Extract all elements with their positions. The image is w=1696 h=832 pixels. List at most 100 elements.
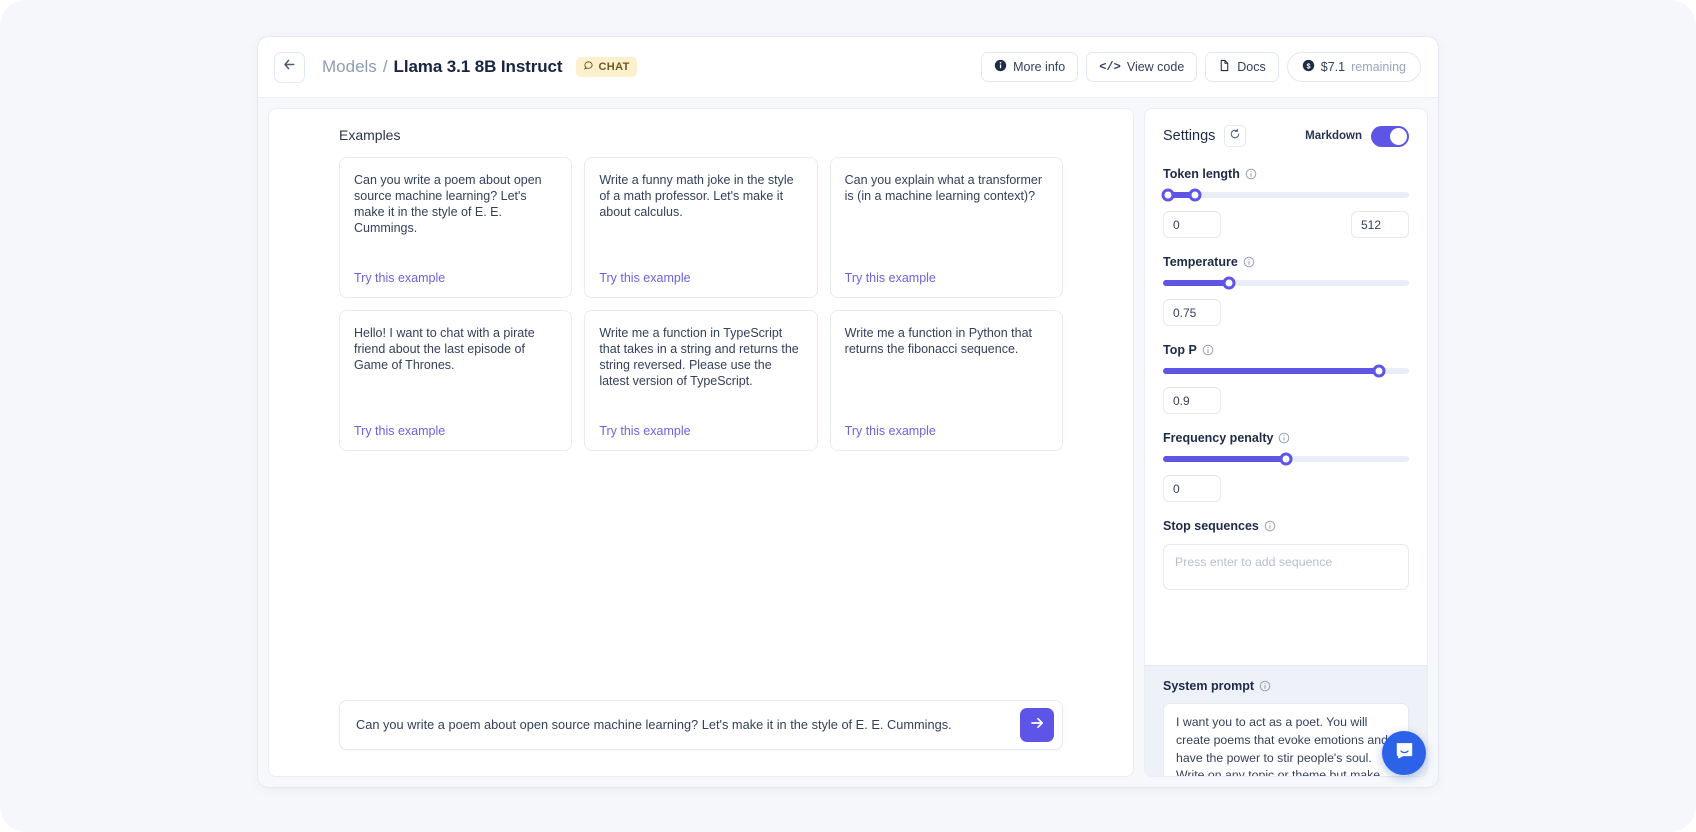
try-example-link[interactable]: Try this example (599, 271, 802, 285)
examples-heading: Examples (339, 127, 401, 143)
temperature-fill (1163, 280, 1230, 286)
document-icon (1218, 59, 1231, 75)
top-p-label: Top P (1163, 343, 1197, 357)
token-length-handle-max[interactable] (1188, 188, 1202, 202)
try-example-link[interactable]: Try this example (354, 424, 557, 438)
stop-sequences-label: Stop sequences (1163, 519, 1259, 533)
svg-text:$: $ (1306, 61, 1310, 70)
info-icon[interactable] (1243, 256, 1255, 268)
field-stop-sequences: Stop sequences Press enter to add sequen… (1163, 519, 1409, 590)
try-example-link[interactable]: Try this example (845, 271, 1048, 285)
top-p-input[interactable]: 0.9 (1163, 387, 1221, 414)
view-code-label: View code (1126, 60, 1185, 74)
frequency-penalty-slider[interactable] (1163, 452, 1409, 466)
send-button[interactable] (1020, 708, 1054, 742)
examples-grid: Can you write a poem about open source m… (339, 157, 1063, 451)
token-length-inputs: 0 512 (1163, 211, 1409, 238)
chat-badge-label: CHAT (598, 61, 630, 73)
system-prompt-label: System prompt (1163, 679, 1254, 693)
example-card[interactable]: Write me a function in Python that retur… (829, 310, 1063, 451)
page-root: Models / Llama 3.1 8B Instruct CHAT More… (0, 0, 1696, 832)
info-icon[interactable] (1245, 168, 1257, 180)
example-text: Write me a function in TypeScript that t… (599, 326, 799, 389)
stop-sequences-label-row: Stop sequences (1163, 519, 1409, 533)
field-token-length: Token length 0 512 (1161, 167, 1409, 238)
example-text: Hello! I want to chat with a pirate frie… (354, 326, 535, 373)
more-info-label: More info (1013, 60, 1066, 74)
try-example-link[interactable]: Try this example (599, 424, 802, 438)
example-card[interactable]: Write me a function in TypeScript that t… (584, 310, 818, 451)
refresh-icon (1229, 127, 1241, 145)
example-card[interactable]: Hello! I want to chat with a pirate frie… (339, 310, 573, 451)
top-p-fill (1163, 368, 1380, 374)
temperature-input[interactable]: 0.75 (1163, 299, 1221, 326)
toggle-knob (1390, 127, 1407, 145)
more-info-button[interactable]: More info (981, 52, 1079, 82)
breadcrumb-separator: / (382, 57, 388, 76)
markdown-label: Markdown (1305, 130, 1362, 142)
breadcrumb-models-link[interactable]: Models (322, 57, 377, 77)
top-p-label-row: Top P (1163, 343, 1409, 357)
info-icon[interactable] (1278, 432, 1290, 444)
temperature-handle[interactable] (1222, 276, 1236, 290)
info-icon[interactable] (1202, 344, 1214, 356)
frequency-penalty-handle[interactable] (1279, 452, 1293, 466)
settings-panel: Settings Markdown Token length 0 512 Tem… (1144, 108, 1428, 777)
example-text: Can you explain what a transformer is (i… (844, 173, 1042, 204)
settings-title: Settings (1163, 128, 1216, 144)
top-p-slider[interactable] (1163, 364, 1409, 378)
frequency-penalty-input[interactable]: 0 (1163, 475, 1221, 502)
arrow-right-icon (1029, 715, 1045, 736)
code-brackets-icon: </> (1099, 60, 1121, 74)
prompt-input[interactable]: Can you write a poem about open source m… (356, 717, 1020, 734)
token-length-max-input[interactable]: 512 (1351, 211, 1409, 238)
prompt-composer[interactable]: Can you write a poem about open source m… (339, 700, 1063, 750)
arrow-left-icon (282, 57, 297, 77)
composer-section: Can you write a poem about open source m… (269, 700, 1133, 776)
system-prompt-input[interactable]: I want you to act as a poet. You will cr… (1163, 703, 1409, 776)
header-actions: More info </> View code Docs $ $7.1 rema… (981, 52, 1421, 82)
settings-header: Settings Markdown (1163, 125, 1409, 147)
support-chat-button[interactable] (1382, 731, 1426, 775)
app-body: Examples Can you write a poem about open… (258, 98, 1438, 787)
example-text: Write me a function in Python that retur… (844, 326, 1033, 357)
main-panel: Examples Can you write a poem about open… (268, 108, 1134, 777)
example-text: Write a funny math joke in the style of … (599, 173, 794, 220)
example-card[interactable]: Write a funny math joke in the style of … (584, 157, 818, 298)
try-example-link[interactable]: Try this example (354, 271, 557, 285)
info-icon[interactable] (1264, 520, 1276, 532)
markdown-toggle[interactable] (1371, 125, 1409, 147)
try-example-link[interactable]: Try this example (845, 424, 1048, 438)
back-button[interactable] (274, 51, 305, 83)
view-code-button[interactable]: </> View code (1086, 52, 1198, 82)
app-header: Models / Llama 3.1 8B Instruct CHAT More… (258, 37, 1438, 98)
balance-amount: $7.1 (1320, 60, 1346, 74)
frequency-penalty-fill (1163, 456, 1286, 462)
temperature-label-row: Temperature (1163, 255, 1409, 269)
page-title: Llama 3.1 8B Instruct (393, 57, 563, 76)
balance-button[interactable]: $ $7.1 remaining (1286, 52, 1421, 82)
examples-section: Examples Can you write a poem about open… (269, 109, 1133, 700)
token-length-handle-min[interactable] (1161, 188, 1175, 202)
reset-settings-button[interactable] (1224, 125, 1247, 147)
temperature-slider[interactable] (1163, 276, 1409, 290)
balance-suffix: remaining (1351, 60, 1406, 74)
frequency-penalty-label: Frequency penalty (1163, 431, 1274, 445)
info-circle-icon (994, 59, 1007, 75)
breadcrumb: Models / Llama 3.1 8B Instruct CHAT (322, 57, 637, 77)
system-prompt-label-row: System prompt (1163, 679, 1409, 693)
docs-button[interactable]: Docs (1205, 52, 1279, 82)
field-top-p: Top P 0.9 (1163, 343, 1409, 414)
example-card[interactable]: Can you write a poem about open source m… (339, 157, 573, 298)
token-length-label: Token length (1163, 167, 1240, 181)
example-card[interactable]: Can you explain what a transformer is (i… (829, 157, 1063, 298)
stop-sequences-input[interactable]: Press enter to add sequence (1163, 544, 1409, 590)
token-length-slider[interactable] (1161, 188, 1409, 202)
settings-scroll-area: Settings Markdown Token length 0 512 Tem… (1145, 109, 1427, 665)
chat-bubble-icon (583, 60, 594, 74)
temperature-label: Temperature (1163, 255, 1238, 269)
top-p-handle[interactable] (1372, 364, 1386, 378)
field-temperature: Temperature 0.75 (1163, 255, 1409, 326)
token-length-min-input[interactable]: 0 (1163, 211, 1221, 238)
info-icon[interactable] (1259, 680, 1271, 692)
